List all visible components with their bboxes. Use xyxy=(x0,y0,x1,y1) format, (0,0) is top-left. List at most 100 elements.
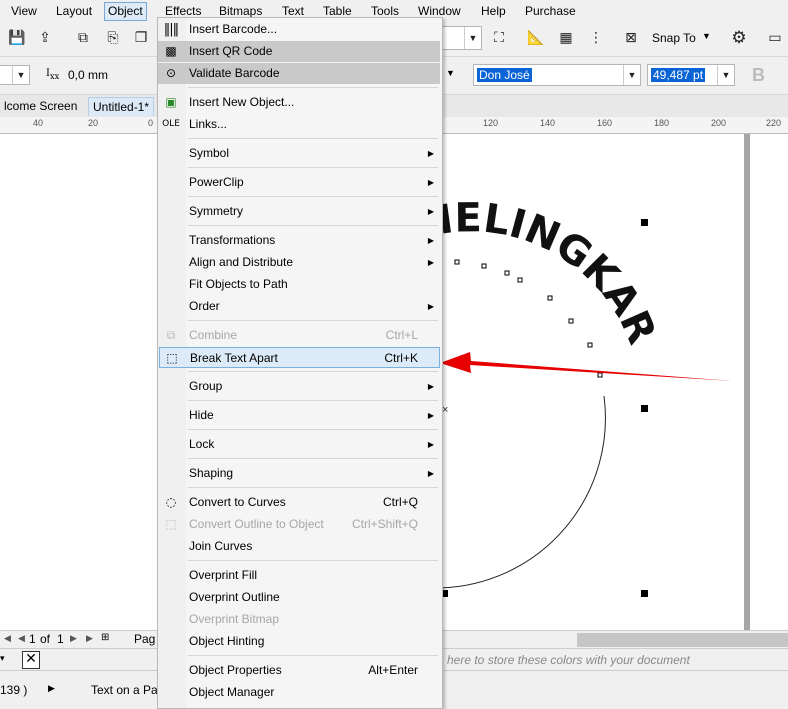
guidelines-icon[interactable]: ⋮ xyxy=(587,29,605,47)
ruler-label: 180 xyxy=(654,118,670,128)
ruler-label: 200 xyxy=(711,118,727,128)
menu-separator xyxy=(188,167,438,168)
prev-page-icon[interactable]: ◀ xyxy=(18,633,25,644)
menu-layout[interactable]: Layout xyxy=(56,3,92,20)
save-icon[interactable]: 💾 xyxy=(8,29,26,47)
page-current[interactable]: 1 xyxy=(29,632,36,646)
menu-item-insert-barcode[interactable]: ‖|‖ Insert Barcode... xyxy=(158,19,440,40)
menu-item-combine: ⧉ Combine Ctrl+L xyxy=(158,325,440,346)
ruler-label: 0 xyxy=(148,118,154,128)
menu-help[interactable]: Help xyxy=(481,3,506,20)
palette-arrow-icon[interactable]: ▾ xyxy=(0,653,5,664)
menu-separator xyxy=(188,138,438,139)
paste-icon[interactable]: ⎘ xyxy=(104,29,122,47)
menu-item-convert-outline-to-object: ⬚ Convert Outline to Object Ctrl+Shift+Q xyxy=(158,514,440,535)
menu-item-align-distribute[interactable]: Align and Distribute ▶ xyxy=(158,252,440,273)
menu-item-lock[interactable]: Lock ▶ xyxy=(158,434,440,455)
ruler-label: 220 xyxy=(766,118,782,128)
menu-item-convert-to-curves[interactable]: ◌ Convert to Curves Ctrl+Q xyxy=(158,492,440,513)
offset-icon: Ixx xyxy=(46,68,60,81)
menu-item-links[interactable]: OLE Links... xyxy=(158,114,440,135)
first-page-icon[interactable]: ◀ xyxy=(4,633,11,644)
grid-icon[interactable]: ▦ xyxy=(557,29,575,47)
bold-button[interactable]: B xyxy=(752,65,765,86)
combine-icon: ⧉ xyxy=(166,328,176,342)
menu-item-insert-new-object[interactable]: ▣ Insert New Object... xyxy=(158,92,440,113)
tab-welcome-screen[interactable]: lcome Screen xyxy=(0,97,81,115)
application-launcher-icon[interactable]: ▭ xyxy=(766,29,784,47)
font-size-value: 49,487 pt xyxy=(651,68,706,82)
ruler-label: 160 xyxy=(597,118,613,128)
menu-item-powerclip[interactable]: PowerClip ▶ xyxy=(158,172,440,193)
ruler-label: 140 xyxy=(540,118,556,128)
menu-item-validate-barcode[interactable]: ⊙ Validate Barcode xyxy=(158,63,440,84)
no-color-swatch-icon[interactable]: ✕ xyxy=(22,651,40,669)
object-dropdown[interactable]: ▼ xyxy=(0,65,30,85)
menu-item-object-hinting[interactable]: Object Hinting xyxy=(158,631,440,652)
full-screen-icon[interactable]: ⛶ xyxy=(490,29,508,47)
next-page-icon[interactable]: ▶ xyxy=(70,633,77,644)
ole-links-icon: OLE xyxy=(162,119,180,129)
convert-outline-icon: ⬚ xyxy=(165,517,177,531)
offset-field[interactable]: 0,0 mm xyxy=(68,68,108,82)
submenu-arrow-icon: ▶ xyxy=(427,149,434,158)
menu-item-group[interactable]: Group ▶ xyxy=(158,376,440,397)
submenu-arrow-icon: ▶ xyxy=(427,302,434,311)
menu-object[interactable]: Object xyxy=(104,2,147,21)
menu-item-object-manager[interactable]: Object Manager xyxy=(158,682,440,703)
options-gear-icon[interactable]: ⚙ xyxy=(730,29,748,47)
snap-off-icon[interactable]: ⊠ xyxy=(622,29,640,47)
status-arrow-icon: ▶ xyxy=(48,683,55,693)
text-direction-dropdown-icon[interactable]: ▼ xyxy=(446,68,455,78)
menu-separator xyxy=(188,458,438,459)
cursor-coordinates: 139 ) xyxy=(0,683,28,697)
publish-icon[interactable]: ⇪ xyxy=(36,29,54,47)
ruler-label: 40 xyxy=(33,118,44,128)
menu-purchase[interactable]: Purchase xyxy=(525,3,576,20)
copy-icon[interactable]: ⧉ xyxy=(74,29,92,47)
curved-text: IELINGKAR xyxy=(435,195,665,351)
menu-item-shaping[interactable]: Shaping ▶ xyxy=(158,463,440,484)
validate-barcode-icon: ⊙ xyxy=(165,66,177,80)
barcode-icon: ‖|‖ xyxy=(163,22,179,37)
menu-view[interactable]: View xyxy=(11,3,37,20)
clone-icon[interactable]: ❐ xyxy=(132,29,150,47)
submenu-arrow-icon: ▶ xyxy=(427,178,434,187)
pointer-arrow xyxy=(440,352,733,381)
submenu-arrow-icon: ▶ xyxy=(427,258,434,267)
add-page-icon[interactable]: ⊞ xyxy=(101,632,109,643)
font-name-value: Don José xyxy=(477,68,532,82)
rulers-icon[interactable]: 📐 xyxy=(527,29,545,47)
menu-item-object-properties[interactable]: Object Properties Alt+Enter xyxy=(158,660,440,681)
menu-item-order[interactable]: Order ▶ xyxy=(158,296,440,317)
menu-item-insert-qr-code[interactable]: ▩ Insert QR Code xyxy=(158,41,440,62)
font-name-field[interactable]: Don José ▼ xyxy=(473,64,641,86)
menu-item-join-curves[interactable]: Join Curves xyxy=(158,536,440,557)
menu-item-fit-objects-to-path[interactable]: Fit Objects to Path xyxy=(158,274,440,295)
tab-untitled-1[interactable]: Untitled-1* xyxy=(88,97,155,116)
submenu-arrow-icon: ▶ xyxy=(427,411,434,420)
menu-item-overprint-outline[interactable]: Overprint Outline xyxy=(158,587,440,608)
menu-separator xyxy=(188,320,438,321)
menu-item-break-text-apart[interactable]: ⬚ Break Text Apart Ctrl+K xyxy=(159,347,440,368)
submenu-arrow-icon: ▶ xyxy=(427,469,434,478)
palette-hint: here to store these colors with your doc… xyxy=(447,653,690,667)
menu-separator xyxy=(188,400,438,401)
menu-separator xyxy=(188,87,438,88)
last-page-icon[interactable]: ▶ xyxy=(86,633,93,644)
menu-item-overprint-fill[interactable]: Overprint Fill xyxy=(158,565,440,586)
submenu-arrow-icon: ▶ xyxy=(427,207,434,216)
snap-to-dropdown-icon[interactable]: ▼ xyxy=(702,31,711,41)
menu-item-symmetry[interactable]: Symmetry ▶ xyxy=(158,201,440,222)
menu-item-hide[interactable]: Hide ▶ xyxy=(158,405,440,426)
menu-item-transformations[interactable]: Transformations ▶ xyxy=(158,230,440,251)
page-tab[interactable]: Pag xyxy=(134,632,155,646)
menu-separator xyxy=(188,225,438,226)
font-size-field[interactable]: 49,487 pt ▼ xyxy=(647,64,735,86)
snap-to-label[interactable]: Snap To xyxy=(652,31,696,45)
convert-curves-icon: ◌ xyxy=(165,495,177,509)
vertical-scrollbar[interactable] xyxy=(744,134,750,630)
zoom-dropdown[interactable]: ▼ xyxy=(442,26,482,50)
menu-item-symbol[interactable]: Symbol ▶ xyxy=(158,143,440,164)
horizontal-scrollbar[interactable] xyxy=(577,633,788,647)
